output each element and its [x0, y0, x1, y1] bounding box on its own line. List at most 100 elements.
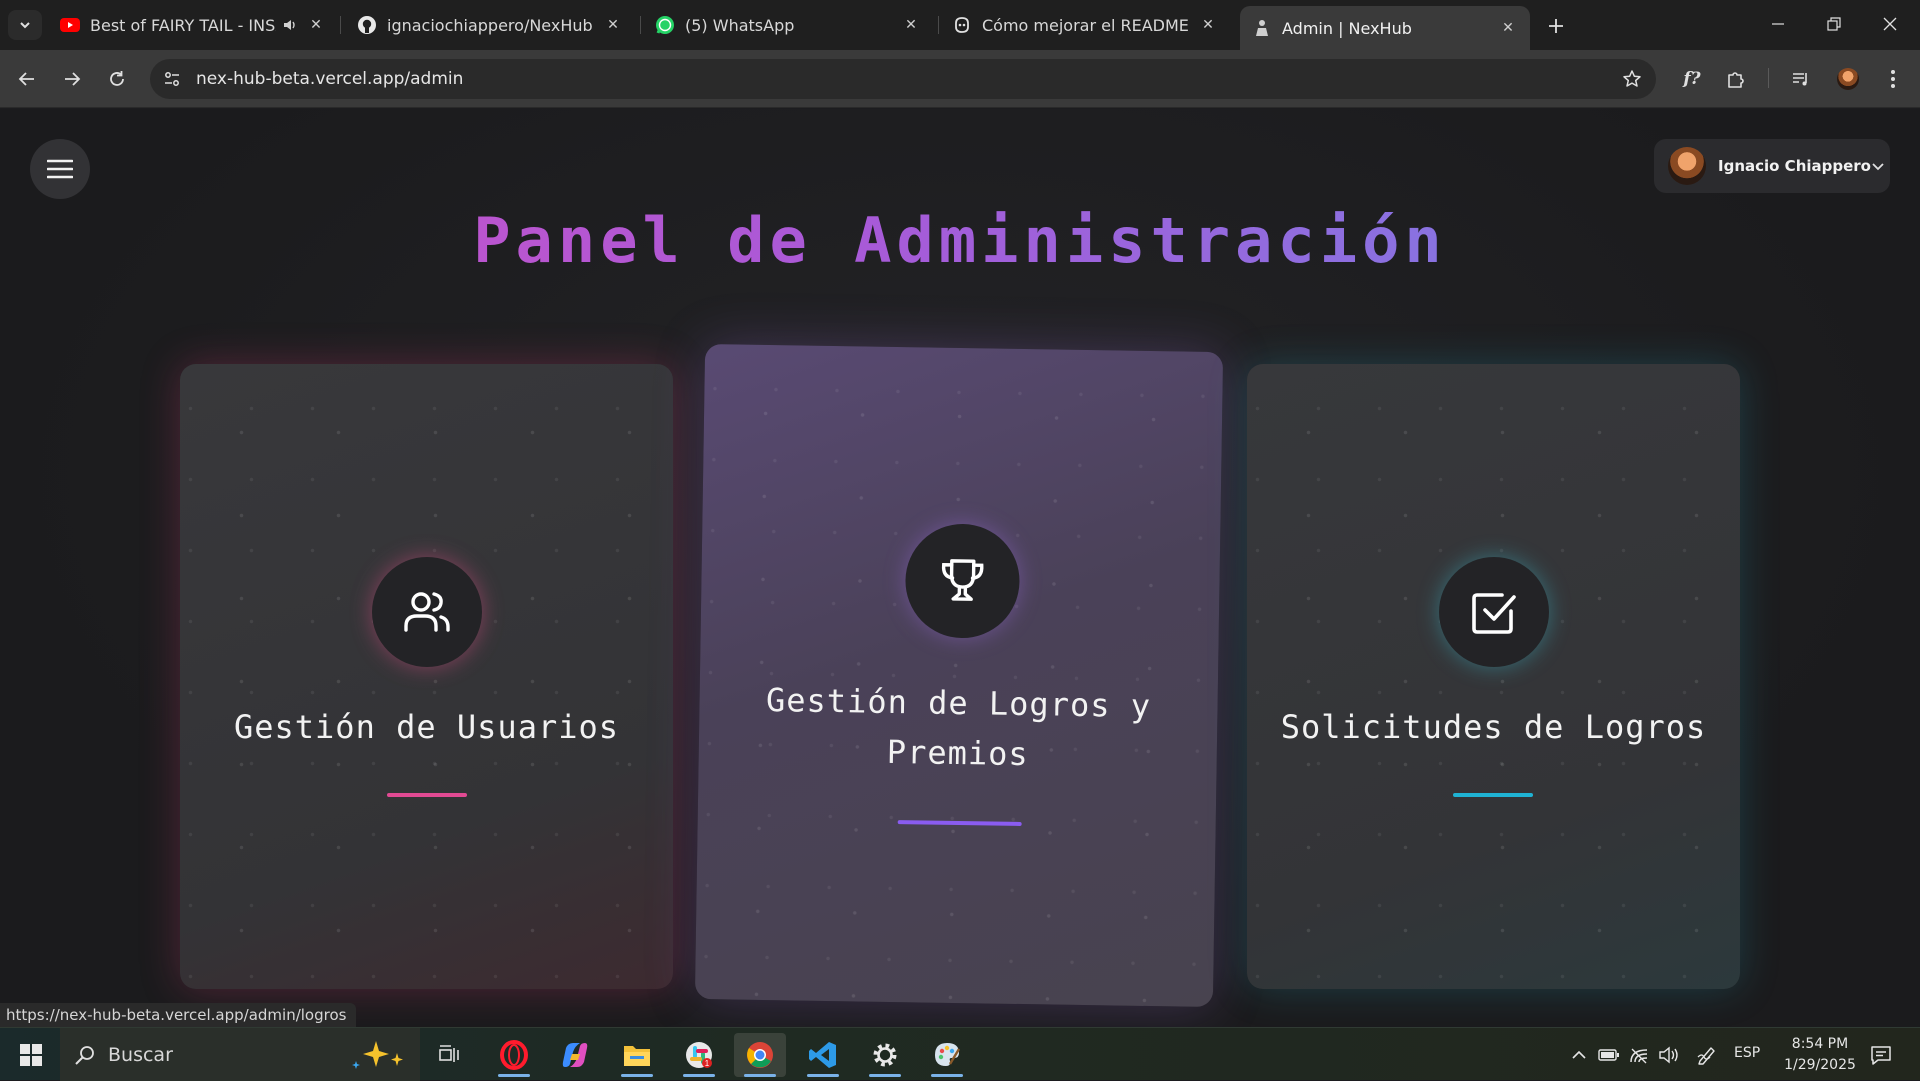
running-indicator: [744, 1074, 776, 1077]
notifications-icon[interactable]: [1866, 1042, 1896, 1068]
tab-title: Cómo mejorar el README de un: [982, 15, 1190, 35]
tab-whatsapp[interactable]: (5) WhatsApp ✕: [643, 8, 933, 42]
running-indicator: [869, 1074, 901, 1077]
clock-time: 8:54 PM: [1791, 1036, 1849, 1052]
battery-icon[interactable]: [1596, 1042, 1622, 1068]
close-window-button[interactable]: [1862, 8, 1918, 40]
tab-separator: [640, 16, 641, 34]
card-accent-line: [1453, 793, 1533, 797]
chevron-down-icon: [1871, 157, 1885, 175]
close-tab-icon[interactable]: ✕: [1498, 18, 1518, 38]
check-square-icon: [1472, 593, 1516, 634]
chrome-icon: [747, 1042, 773, 1068]
show-hidden-icons-button[interactable]: [1566, 1042, 1592, 1068]
taskbar-app-chrome[interactable]: [734, 1033, 786, 1077]
gear-icon: [873, 1043, 897, 1067]
windows-taskbar: Buscar 1 ESP 8:54 PM 1/29/2025: [0, 1027, 1920, 1081]
restore-icon: [1827, 17, 1841, 31]
font-extension-icon[interactable]: f?: [1676, 63, 1708, 95]
toolbar-divider: [1768, 68, 1769, 88]
media-control-icon[interactable]: [1785, 63, 1817, 95]
network-icon[interactable]: [1626, 1042, 1652, 1068]
svg-text:1: 1: [705, 1059, 710, 1068]
tab-youtube[interactable]: Best of FAIRY TAIL - INSANE ✕: [48, 8, 338, 42]
new-tab-button[interactable]: [1542, 12, 1570, 40]
link-status-bubble: https://nex-hub-beta.vercel.app/admin/lo…: [0, 1003, 357, 1027]
tab-title: Admin | NexHub: [1282, 18, 1412, 38]
speaker-icon[interactable]: [282, 16, 298, 34]
hamburger-menu-button[interactable]: [30, 139, 90, 199]
card-achievement-requests[interactable]: Solicitudes de Logros: [1247, 364, 1740, 989]
tab-search-button[interactable]: [8, 10, 42, 40]
copilot-icon: [562, 1043, 588, 1067]
taskbar-app-opera[interactable]: [488, 1033, 540, 1077]
site-info-icon[interactable]: [152, 59, 192, 99]
vscode-icon: [809, 1042, 836, 1068]
address-bar[interactable]: nex-hub-beta.vercel.app/admin: [150, 59, 1656, 99]
taskbar-search-label: Buscar: [108, 1043, 173, 1066]
search-icon: [75, 1045, 94, 1065]
chevron-down-icon: [20, 22, 30, 29]
tab-copilot[interactable]: Cómo mejorar el README de un ✕: [940, 8, 1230, 42]
running-indicator: [621, 1074, 653, 1077]
card-title: Gestión de Usuarios: [233, 708, 620, 746]
tab-title: (5) WhatsApp: [685, 15, 795, 35]
close-tab-icon[interactable]: ✕: [306, 15, 326, 35]
taskbar-app-file-explorer[interactable]: [611, 1033, 663, 1077]
close-tab-icon[interactable]: ✕: [603, 15, 623, 35]
users-icon: [404, 592, 450, 632]
windows-logo-icon: [20, 1044, 42, 1066]
minimize-icon: [1772, 23, 1784, 25]
card-user-management[interactable]: Gestión de Usuarios: [180, 364, 673, 989]
user-name: Ignacio Chiappero: [1718, 157, 1871, 175]
clock-date: 1/29/2025: [1784, 1057, 1856, 1073]
taskbar-app-paint[interactable]: [921, 1033, 973, 1077]
pen-icon[interactable]: [1692, 1042, 1722, 1068]
card-background-particles: [1247, 364, 1740, 989]
card-title: Solicitudes de Logros: [1280, 708, 1707, 746]
whatsapp-icon: [655, 15, 675, 35]
more-menu-icon[interactable]: [1877, 63, 1909, 95]
taskbar-app-copilot[interactable]: [549, 1033, 601, 1077]
url-text[interactable]: nex-hub-beta.vercel.app/admin: [196, 69, 1612, 89]
restore-button[interactable]: [1806, 8, 1862, 40]
profile-avatar[interactable]: [1832, 63, 1864, 95]
slack-icon: 1: [686, 1042, 712, 1068]
volume-icon[interactable]: [1656, 1042, 1682, 1068]
task-view-button[interactable]: [424, 1033, 476, 1077]
reload-button[interactable]: [101, 63, 133, 95]
tab-github[interactable]: ignaciochiappero/NexHub ✕: [345, 8, 635, 42]
taskbar-app-settings[interactable]: [859, 1033, 911, 1077]
taskbar-app-slack[interactable]: 1: [673, 1033, 725, 1077]
running-indicator: [498, 1074, 530, 1077]
tab-separator: [340, 16, 341, 34]
tab-separator: [938, 16, 939, 34]
arrow-left-icon: [18, 72, 34, 86]
close-tab-icon[interactable]: ✕: [901, 15, 921, 35]
close-icon: [1883, 17, 1897, 31]
taskbar-search-box[interactable]: Buscar: [60, 1028, 420, 1081]
system-clock[interactable]: 8:54 PM 1/29/2025: [1772, 1034, 1868, 1076]
card-accent-line: [387, 793, 467, 797]
card-achievements-management[interactable]: Gestión de Logros y Premios: [694, 343, 1224, 1008]
close-tab-icon[interactable]: ✕: [1198, 15, 1218, 35]
tab-bar: Best of FAIRY TAIL - INSANE ✕ ignaciochi…: [0, 0, 1920, 50]
tab-admin-nexhub[interactable]: Admin | NexHub ✕: [1240, 6, 1530, 50]
user-menu-button[interactable]: Ignacio Chiappero: [1654, 139, 1890, 193]
page-title: Panel de Administración: [0, 204, 1920, 277]
chevron-up-icon: [1572, 1050, 1586, 1059]
tab-title: ignaciochiappero/NexHub: [387, 15, 593, 35]
input-language[interactable]: ESP: [1734, 1045, 1760, 1061]
forward-button[interactable]: [56, 63, 88, 95]
bookmark-star-icon[interactable]: [1612, 59, 1652, 99]
avatar: [1668, 147, 1706, 185]
users-icon-circle: [372, 557, 482, 667]
back-button[interactable]: [11, 63, 43, 95]
minimize-button[interactable]: [1750, 8, 1806, 40]
folder-icon: [624, 1046, 650, 1066]
start-button[interactable]: [10, 1038, 52, 1072]
card-background-particles: [180, 364, 673, 989]
taskbar-app-vscode[interactable]: [797, 1033, 849, 1077]
extensions-puzzle-icon[interactable]: [1720, 63, 1752, 95]
browser-toolbar: nex-hub-beta.vercel.app/admin f?: [0, 50, 1920, 108]
